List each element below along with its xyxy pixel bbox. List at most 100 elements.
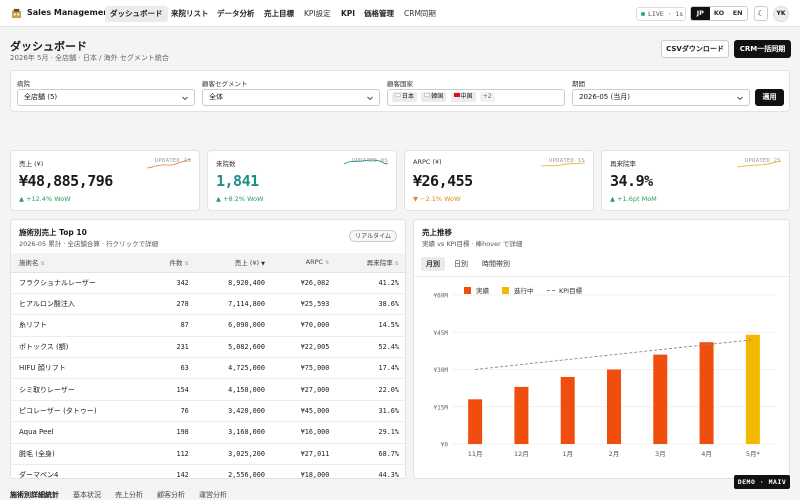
tab-divider (414, 276, 789, 277)
apply-filter-button[interactable]: 適用 (755, 89, 784, 106)
nav-crm-sync[interactable]: CRM同期 (399, 6, 441, 22)
cell-count: 231 (145, 336, 197, 359)
nav-price-management[interactable]: 価格管理 (359, 6, 399, 22)
clinic-select[interactable]: 全店舗 (5) (17, 89, 195, 106)
bottom-tab-sales-analysis[interactable]: 売上分析 (115, 490, 143, 500)
country-chip-more[interactable]: +2 (479, 92, 495, 102)
table-row[interactable]: 脱毛 (全身) 112 3,025,200 ¥27,011 68.7% (11, 443, 405, 466)
table-row[interactable]: フラクショナルレーザー 342 8,920,400 ¥26,082 41.2% (11, 272, 405, 294)
kpi-value: 34.9% (610, 172, 653, 190)
period-select[interactable]: 2026-05 (当月) (572, 89, 750, 106)
nav-visit-list[interactable]: 来院リスト (166, 6, 214, 22)
tab-monthly[interactable]: 月別 (421, 257, 445, 271)
tab-hourly[interactable]: 時間帯別 (477, 257, 515, 271)
table-row[interactable]: ヒアルロン酸注入 278 7,114,800 ¥25,593 38.6% (11, 293, 405, 316)
table-row[interactable]: 糸リフト 87 6,090,000 ¥70,000 14.5% (11, 314, 405, 337)
table-row[interactable]: ダーマペン4 142 2,556,000 ¥18,000 44.3% (11, 464, 405, 478)
treatment-table: 施術名 ⇅ 件数 ⇅ 売上 (¥) ▼ ARPC ⇅ 再来院率 ⇅ フラクショナ… (11, 253, 405, 478)
bottom-tab-operations-analysis[interactable]: 運営分析 (199, 490, 227, 500)
country-chip-korea[interactable]: 韓国 (421, 92, 447, 102)
sparkline-icon (736, 160, 782, 168)
legend-swatch (464, 287, 471, 294)
x-tick-label: 4月 (701, 450, 712, 458)
col-treatment-name[interactable]: 施術名 ⇅ (11, 253, 146, 273)
legend-label: 実績 (476, 286, 490, 295)
table-row[interactable]: ボトックス (額) 231 5,082,600 ¥22,005 52.4% (11, 336, 405, 359)
cell-treatment-name: シミ取りレーザー (11, 378, 146, 401)
cell-count: 142 (145, 464, 197, 478)
bottom-tab-customer-analysis[interactable]: 顧客分析 (157, 490, 185, 500)
col-revisit-rate[interactable]: 再来院率 ⇅ (337, 253, 405, 273)
table-row[interactable]: ピコレーザー (タトゥー) 76 3,420,000 ¥45,000 31.6% (11, 400, 405, 423)
cell-sales: 4,158,000 (196, 378, 273, 401)
panel-title: 施術別売上 Top 10 (19, 228, 87, 237)
cell-revisit-rate: 29.1% (337, 421, 405, 444)
lang-en-button[interactable]: EN (728, 7, 747, 20)
crm-sync-all-button[interactable]: CRM一括同期 (734, 40, 791, 58)
lang-ko-button[interactable]: KO (710, 7, 729, 20)
kpi-value: ¥26,455 (413, 172, 473, 190)
live-text: LIVE · 1s (648, 10, 684, 18)
country-chip-china[interactable]: 中国 (450, 92, 476, 102)
kpi-card-revisit-rate[interactable]: 再来院率 UPDATED 2S 34.9% ▲ +1.6pt MoM (601, 150, 790, 211)
country-chip-japan[interactable]: 日本 (392, 92, 418, 102)
cell-sales: 2,556,000 (196, 464, 273, 478)
kpi-value: ¥48,885,796 (19, 172, 113, 190)
col-sales[interactable]: 売上 (¥) ▼ (196, 253, 273, 273)
legend-label: KPI目標 (559, 286, 583, 295)
cell-revisit-rate: 52.4% (337, 336, 405, 359)
cell-revisit-rate: 17.4% (337, 357, 405, 380)
cell-treatment-name: ダーマペン4 (11, 464, 146, 478)
nav-kpi[interactable]: KPI (336, 6, 360, 22)
col-count[interactable]: 件数 ⇅ (145, 253, 197, 273)
nav-dashboard[interactable]: ダッシュボード (105, 6, 168, 22)
bar-actual (699, 342, 714, 444)
kpi-card-visits[interactable]: 来院数 UPDATED 0S 1,841 ▲ +8.2% WoW (207, 150, 397, 211)
bar-actual (653, 354, 668, 444)
chevron-down-icon (367, 96, 373, 101)
cell-revisit-rate: 22.0% (337, 378, 405, 401)
cell-sales: 5,082,600 (196, 336, 273, 359)
period-filter-label: 期間 (572, 80, 585, 88)
csv-download-button[interactable]: CSVダウンロード (661, 40, 729, 58)
kpi-card-arpc[interactable]: ARPC (¥) UPDATED 1S ¥26,455 ▼ −2.1% WoW (404, 150, 594, 211)
cell-treatment-name: 糸リフト (11, 314, 146, 337)
nav-sales-target[interactable]: 売上目標 (259, 6, 299, 22)
top-nav: Sales Management ダッシュボード 来院リスト データ分析 売上目… (0, 0, 800, 27)
sort-icon: ⇅ (184, 261, 189, 268)
sparkline-icon (540, 162, 586, 167)
sort-icon: ⇅ (325, 260, 330, 267)
bottom-tab-treatment-stats[interactable]: 施術別詳細統計 (10, 490, 59, 500)
segment-select[interactable]: 全体 (202, 89, 380, 106)
table-row[interactable]: Aqua Peel 198 3,168,000 ¥16,000 29.1% (11, 421, 405, 444)
cell-arpc: ¥18,000 (272, 464, 338, 478)
table-row[interactable]: HIFU 顔リフト 63 4,725,000 ¥75,000 17.4% (11, 357, 405, 380)
chart-tabs: 月別 日別 時間帯別 (421, 257, 519, 271)
bottom-tabs: 施術別詳細統計 基本状況 売上分析 顧客分析 運営分析 (10, 490, 241, 500)
segment-select-value: 全体 (209, 93, 223, 101)
nav-data-analysis[interactable]: データ分析 (212, 6, 260, 22)
col-arpc[interactable]: ARPC ⇅ (272, 253, 338, 273)
lang-jp-button[interactable]: JP (691, 7, 710, 20)
cell-arpc: ¥75,000 (272, 357, 338, 380)
avatar[interactable]: YK (773, 6, 789, 22)
bottom-tab-overview[interactable]: 基本状況 (73, 490, 101, 500)
table-row[interactable]: シミ取りレーザー 154 4,158,000 ¥27,000 22.0% (11, 378, 405, 401)
cell-sales: 4,725,000 (196, 357, 273, 380)
country-filter-label: 顧客国家 (387, 80, 413, 88)
flag-jp-icon (395, 93, 401, 97)
nav-kpi-settings[interactable]: KPI設定 (299, 6, 336, 22)
moon-icon[interactable]: ☾ (754, 6, 768, 21)
sparkline-icon (146, 158, 192, 169)
clinic-select-value: 全店舗 (5) (24, 93, 58, 101)
live-indicator: LIVE · 1s (636, 7, 686, 21)
kpi-delta: ▼ −2.1% WoW (413, 195, 461, 203)
cell-arpc: ¥16,000 (272, 421, 338, 444)
sparkline-icon (343, 159, 389, 165)
cell-count: 87 (145, 314, 197, 337)
tab-daily[interactable]: 日別 (449, 257, 473, 271)
country-multiselect[interactable]: 日本 韓国 中国 +2 (387, 89, 565, 106)
treatment-sales-panel: 施術別売上 Top 10 2026-05 累計 · 全店舗合算 · 行クリックで… (10, 219, 406, 479)
kpi-card-sales[interactable]: 売上 (¥) UPDATED 1S ¥48,885,796 ▲ +12.4% W… (10, 150, 200, 211)
bar-in-progress (745, 334, 760, 444)
